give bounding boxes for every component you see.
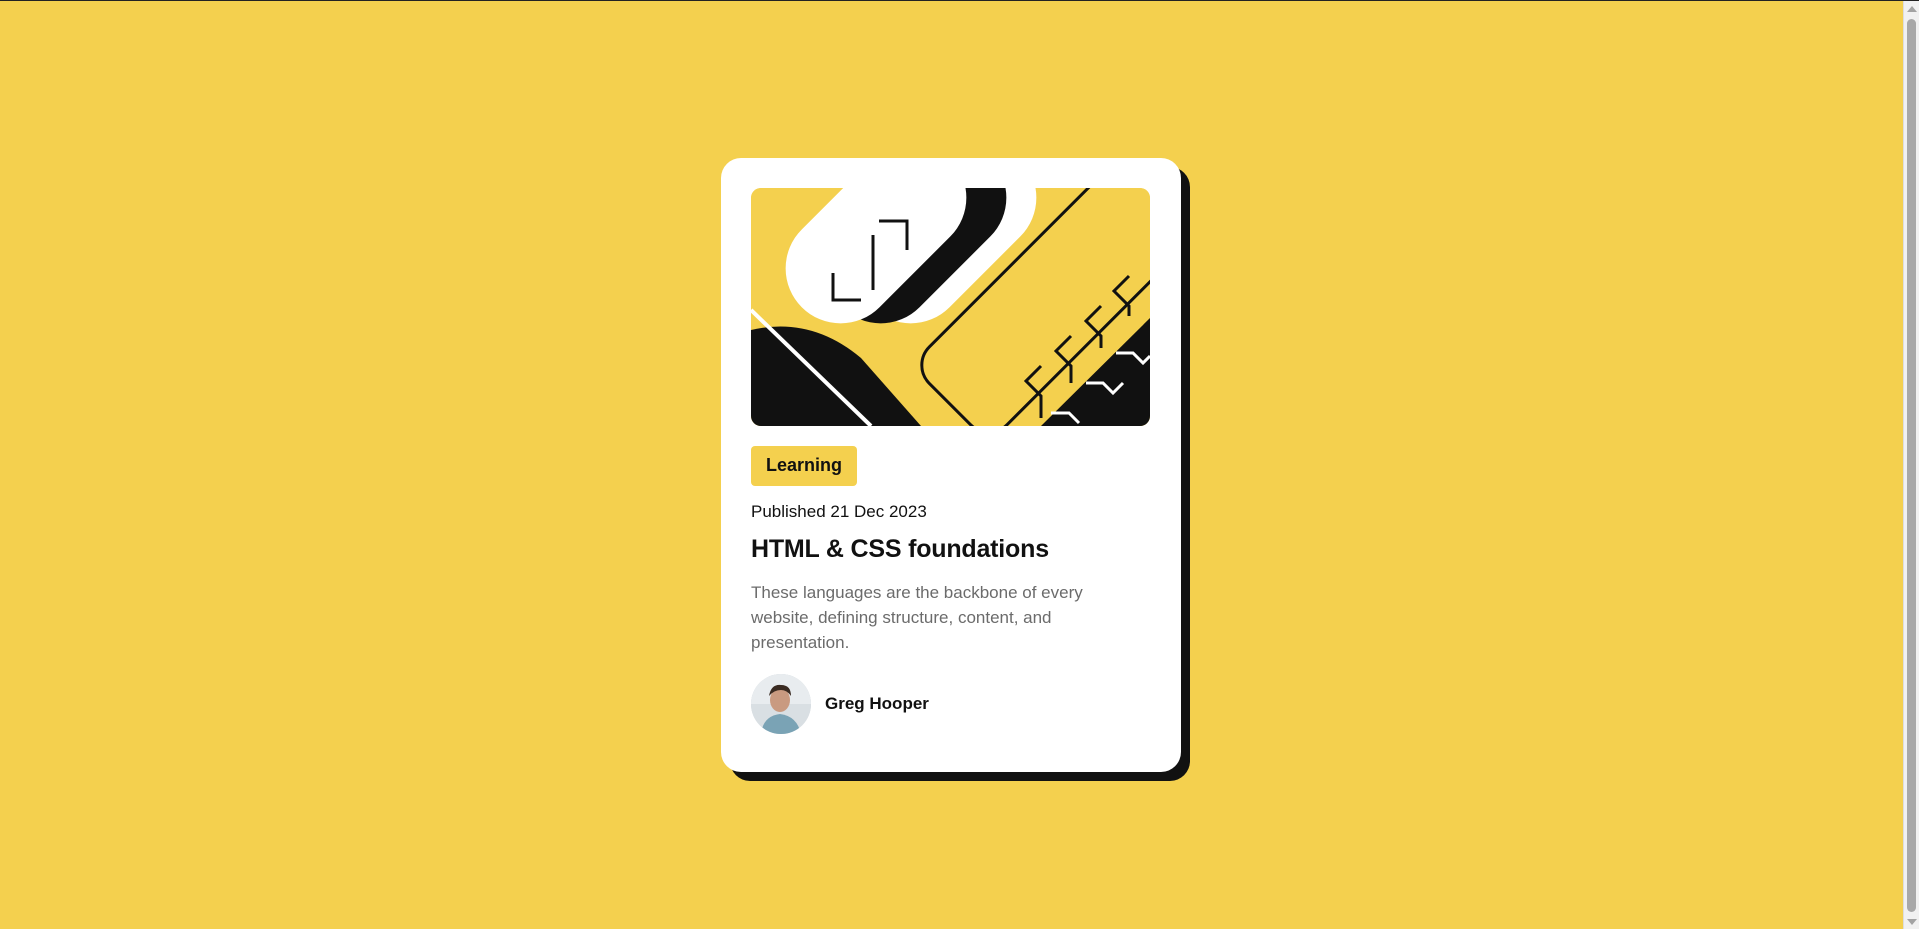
card-title[interactable]: HTML & CSS foundations [751, 535, 1151, 564]
page-scrollbar[interactable] [1903, 1, 1919, 929]
scroll-thumb[interactable] [1907, 19, 1916, 912]
avatar-image [751, 674, 811, 734]
blog-preview-card: Learning Published 21 Dec 2023 HTML & CS… [721, 158, 1181, 772]
author-name: Greg Hooper [825, 694, 929, 713]
card-description: These languages are the backbone of ever… [751, 583, 1083, 652]
illustration-image [751, 188, 1150, 426]
category-tag: Learning [751, 446, 858, 486]
scroll-up-icon[interactable] [1907, 6, 1917, 12]
published-date: Published 21 Dec 2023 [751, 502, 927, 521]
author: Greg Hooper [751, 674, 1151, 734]
scroll-down-icon[interactable] [1907, 919, 1917, 925]
